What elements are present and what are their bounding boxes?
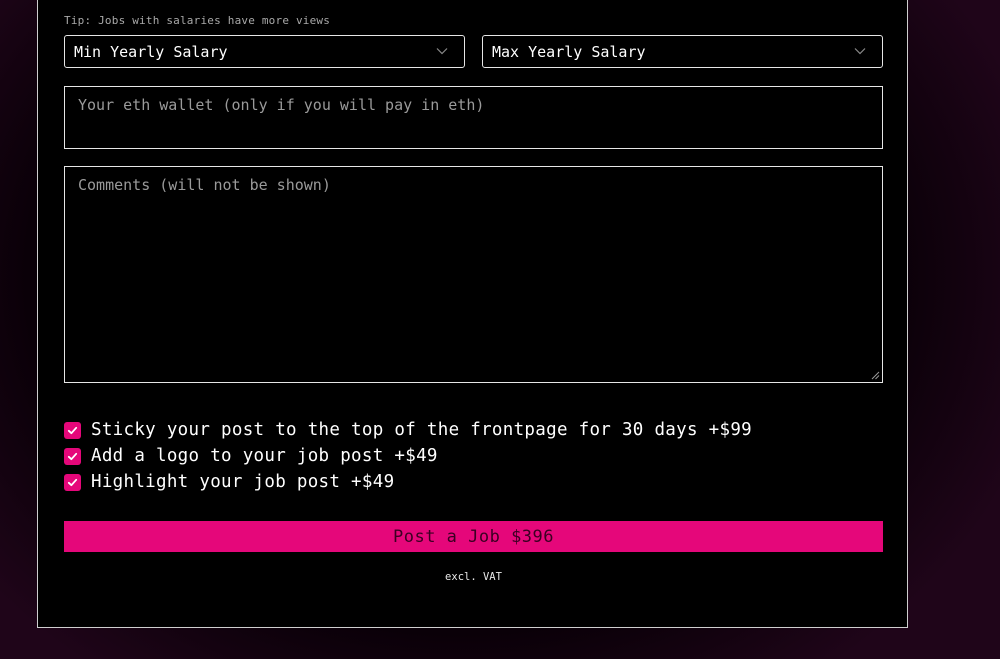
add-logo-label: Add a logo to your job post +$49 bbox=[91, 446, 438, 466]
eth-wallet-placeholder: Your eth wallet (only if you will pay in… bbox=[78, 96, 485, 114]
comments-textarea[interactable]: Comments (will not be shown) bbox=[64, 166, 883, 383]
chevron-down-icon bbox=[854, 48, 866, 55]
checkmark-icon bbox=[67, 452, 78, 460]
checkmark-icon bbox=[67, 426, 78, 434]
min-salary-select-value: Min Yearly Salary bbox=[74, 43, 228, 61]
vat-note: excl. VAT bbox=[445, 571, 502, 583]
add-logo-checkbox[interactable] bbox=[64, 447, 81, 465]
eth-wallet-input[interactable]: Your eth wallet (only if you will pay in… bbox=[64, 86, 883, 149]
salary-tip: Tip: Jobs with salaries have more views bbox=[64, 14, 331, 27]
checkmark-icon bbox=[67, 478, 78, 486]
max-salary-select-value: Max Yearly Salary bbox=[492, 43, 646, 61]
max-salary-select[interactable]: Max Yearly Salary bbox=[482, 35, 883, 68]
post-job-button[interactable]: Post a Job $396 bbox=[64, 521, 883, 552]
comments-placeholder: Comments (will not be shown) bbox=[78, 176, 331, 194]
add-logo-option[interactable]: Add a logo to your job post +$49 bbox=[64, 445, 438, 467]
sticky-post-option[interactable]: Sticky your post to the top of the front… bbox=[64, 419, 752, 441]
post-job-button-label: Post a Job $396 bbox=[392, 526, 555, 547]
sticky-post-label: Sticky your post to the top of the front… bbox=[91, 420, 752, 440]
sticky-post-checkbox[interactable] bbox=[64, 421, 81, 439]
highlight-post-label: Highlight your job post +$49 bbox=[91, 472, 395, 492]
resize-handle-icon[interactable] bbox=[871, 371, 880, 380]
highlight-post-option[interactable]: Highlight your job post +$49 bbox=[64, 471, 394, 493]
chevron-down-icon bbox=[436, 48, 448, 55]
highlight-post-checkbox[interactable] bbox=[64, 473, 81, 491]
min-salary-select[interactable]: Min Yearly Salary bbox=[64, 35, 465, 68]
